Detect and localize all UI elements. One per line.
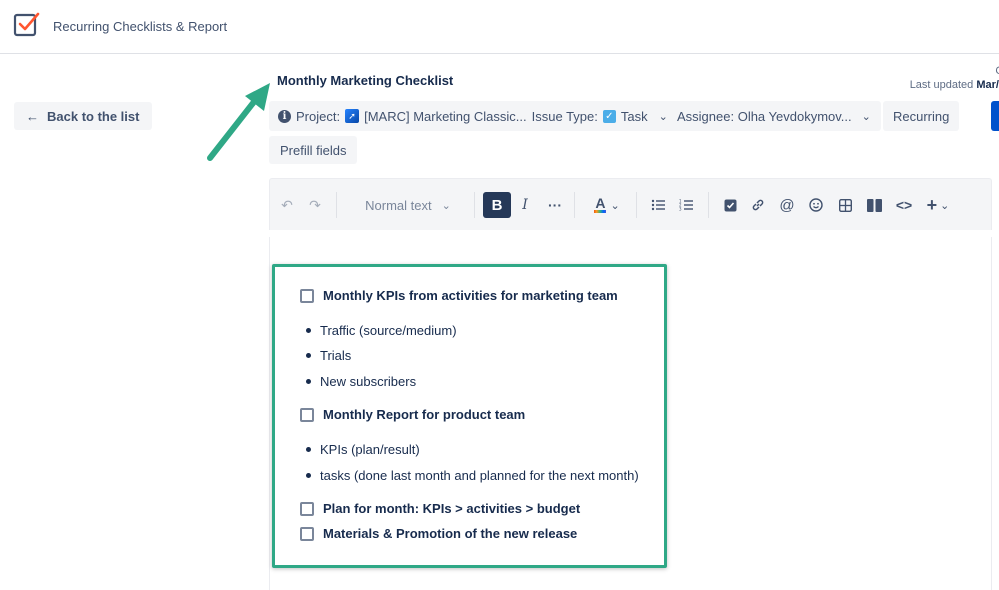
link-icon[interactable] <box>750 192 766 218</box>
list-item-text: KPIs (plan/result) <box>320 442 420 457</box>
list-item: tasks (done last month and planned for t… <box>306 468 639 483</box>
project-value: [MARC] Marketing Classic... <box>364 108 527 124</box>
assignee-label: Assignee: Olha Yevdokymov... <box>677 108 852 124</box>
undo-icon[interactable]: ↶ <box>278 192 296 218</box>
list-item-text: New subscribers <box>320 374 417 389</box>
list-item: Trials <box>306 348 351 363</box>
checkbox[interactable] <box>300 288 314 303</box>
toolbar-divider <box>636 192 637 218</box>
code-icon[interactable]: <> <box>895 192 913 218</box>
list-item: New subscribers <box>306 374 416 389</box>
checklist-item-label: Monthly KPIs from activities for marketi… <box>323 288 618 303</box>
bullet-icon <box>306 379 311 384</box>
bold-button[interactable]: B <box>483 192 511 218</box>
last-updated-label: Last updated <box>909 79 974 91</box>
back-to-list-button[interactable]: ← Back to the list <box>14 102 153 130</box>
last-updated: Last updated Mar/ <box>910 78 999 92</box>
prefill-fields-button[interactable]: Prefill fields <box>269 136 358 164</box>
primary-action-button[interactable] <box>991 101 999 131</box>
page-title: Monthly Marketing Checklist <box>277 73 454 88</box>
bullet-icon <box>306 473 311 478</box>
text-style-dropdown[interactable]: Normal text ⌄ <box>362 192 454 218</box>
checklist-item[interactable]: Plan for month: KPIs > activities > budg… <box>300 501 580 516</box>
project-label: Project: <box>296 108 341 124</box>
chevron-down-icon: ⌄ <box>861 110 871 123</box>
meta-info: Cr Last updated Mar/ <box>910 64 999 92</box>
toolbar-divider <box>336 192 337 218</box>
text-color-icon: A <box>594 195 607 213</box>
table-icon[interactable] <box>837 192 853 218</box>
app-title: Recurring Checklists & Report <box>53 19 228 34</box>
last-updated-value: Mar/ <box>976 79 999 91</box>
svg-text:3: 3 <box>679 207 682 212</box>
checklist-icon <box>13 12 40 37</box>
chevron-down-icon: ⌄ <box>940 199 950 212</box>
list-item-text: tasks (done last month and planned for t… <box>320 468 639 483</box>
checkbox[interactable] <box>300 407 314 422</box>
list-item: Traffic (source/medium) <box>306 323 457 338</box>
text-style-label: Normal text <box>365 197 432 213</box>
plus-icon: + <box>926 194 938 215</box>
checklist-item[interactable]: Materials & Promotion of the new release <box>300 526 577 541</box>
chevron-down-icon: ⌄ <box>610 199 620 212</box>
arrow-left-icon: ← <box>26 108 39 124</box>
italic-button[interactable]: I <box>518 192 532 218</box>
bullet-icon <box>306 328 311 333</box>
toolbar-divider <box>708 192 709 218</box>
task-type-icon: ✓ <box>602 109 616 123</box>
bullet-icon <box>306 447 311 452</box>
top-bar: Recurring Checklists & Report <box>0 0 999 54</box>
checkbox[interactable] <box>300 526 314 541</box>
checklist-item[interactable]: Monthly KPIs from activities for marketi… <box>300 288 618 303</box>
assignee-selector[interactable]: Assignee: Olha Yevdokymov... ⌄ <box>667 101 881 131</box>
editor-toolbar: ↶ ↷ Normal text ⌄ B I ··· A ⌄ 123 @ <> + <box>269 178 992 230</box>
redo-icon[interactable]: ↷ <box>306 192 324 218</box>
project-avatar-icon: ➚ <box>345 109 360 123</box>
checklist-item[interactable]: Monthly Report for product team <box>300 407 525 422</box>
chevron-down-icon: ⌄ <box>441 199 451 212</box>
list-item: KPIs (plan/result) <box>306 442 420 457</box>
numbered-list-icon[interactable]: 123 <box>678 192 694 218</box>
layout-icon[interactable] <box>865 192 883 218</box>
insert-icon[interactable]: + ⌄ <box>924 192 952 218</box>
task-checkbox-icon[interactable] <box>722 192 738 218</box>
more-formatting-button[interactable]: ··· <box>546 192 564 218</box>
issue-type-value: Task <box>620 108 648 124</box>
checklist-item-label: Monthly Report for product team <box>323 407 526 422</box>
checkbox[interactable] <box>300 501 314 516</box>
text-color-button[interactable]: A ⌄ <box>592 192 622 218</box>
list-item-text: Trials <box>320 348 352 363</box>
toolbar-divider <box>474 192 475 218</box>
project-issue-type-selector[interactable]: i Project: ➚ [MARC] Marketing Classic...… <box>269 101 678 131</box>
bullet-icon <box>306 353 311 358</box>
mention-icon[interactable]: @ <box>779 192 795 218</box>
created-label: Cr <box>918 64 999 78</box>
info-icon: i <box>278 109 291 123</box>
list-item-text: Traffic (source/medium) <box>320 323 457 338</box>
toolbar-divider <box>574 192 575 218</box>
checklist-item-label: Plan for month: KPIs > activities > budg… <box>323 501 581 516</box>
back-button-label: Back to the list <box>47 108 140 124</box>
checklist-item-label: Materials & Promotion of the new release <box>323 526 578 541</box>
emoji-icon[interactable] <box>808 192 824 218</box>
bullet-list-icon[interactable] <box>650 192 666 218</box>
recurring-button[interactable]: Recurring <box>883 101 960 131</box>
issue-type-label: Issue Type: <box>531 108 598 124</box>
annotation-arrow-icon <box>207 83 270 161</box>
